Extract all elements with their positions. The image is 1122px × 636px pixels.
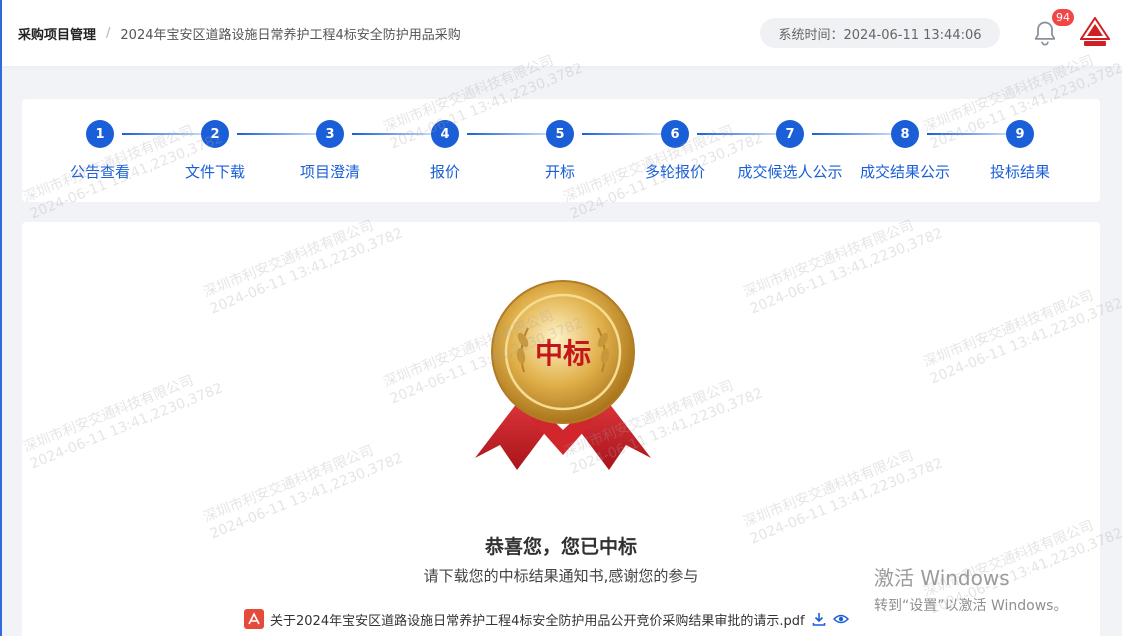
step-number: 3 xyxy=(316,120,344,148)
windows-activation-title: 激活 Windows xyxy=(874,566,1010,590)
medal-text: 中标 xyxy=(535,337,591,370)
step-number: 6 xyxy=(661,120,689,148)
breadcrumb-separator: / xyxy=(106,25,111,41)
step-7[interactable]: 7 成交候选人公示 xyxy=(725,120,855,182)
step-6[interactable]: 6 多轮报价 xyxy=(610,120,740,182)
breadcrumb-current: 2024年宝安区道路设施日常养护工程4标安全防护用品采购 xyxy=(120,27,461,43)
windows-activation-subtitle: 转到“设置”以激活 Windows。 xyxy=(874,598,1068,614)
step-label: 成交候选人公示 xyxy=(737,163,843,181)
result-file: 关于2024年宝安区道路设施日常养护工程4标安全防护用品公开竞价采购结果审批的请… xyxy=(244,609,849,629)
step-8[interactable]: 8 成交结果公示 xyxy=(840,120,970,182)
step-number: 9 xyxy=(1006,120,1034,148)
step-label: 报价 xyxy=(429,163,460,181)
system-time: 系统时间：2024-06-11 13:44:06 xyxy=(760,18,1000,48)
step-number: 8 xyxy=(891,120,919,148)
step-1[interactable]: 1 公告查看 xyxy=(35,120,165,182)
breadcrumb-root[interactable]: 采购项目管理 xyxy=(18,24,96,43)
step-label: 多轮报价 xyxy=(644,163,705,181)
download-icon[interactable] xyxy=(811,611,827,627)
step-3[interactable]: 3 项目澄清 xyxy=(265,120,395,182)
step-label: 成交结果公示 xyxy=(859,163,950,181)
step-4[interactable]: 4 报价 xyxy=(380,120,510,182)
step-number: 2 xyxy=(201,120,229,148)
progress-steps: 1 公告查看 2 文件下载 3 项目澄清 4 报价 5 开标 6 多轮报价 7 … xyxy=(22,99,1100,202)
step-label: 开标 xyxy=(544,163,575,181)
step-number: 4 xyxy=(431,120,459,148)
step-label: 项目澄清 xyxy=(299,163,360,181)
step-number: 1 xyxy=(86,120,114,148)
step-label: 投标结果 xyxy=(989,163,1050,181)
preview-eye-icon[interactable] xyxy=(832,611,849,627)
step-5[interactable]: 5 开标 xyxy=(495,120,625,182)
step-9[interactable]: 9 投标结果 xyxy=(955,120,1085,182)
step-number: 5 xyxy=(546,120,574,148)
company-logo-icon xyxy=(1080,17,1110,46)
windows-activation-notice: 激活 Windows 转到“设置”以激活 Windows。 xyxy=(874,562,1067,615)
file-name-link[interactable]: 关于2024年宝安区道路设施日常养护工程4标安全防护用品公开竞价采购结果审批的请… xyxy=(270,610,805,629)
step-2[interactable]: 2 文件下载 xyxy=(150,120,280,182)
result-title: 恭喜您，您已中标 xyxy=(484,536,637,558)
winning-medal-icon: 中标 xyxy=(475,280,651,470)
step-label: 公告查看 xyxy=(69,163,130,181)
notification-badge: 94 xyxy=(1052,9,1074,26)
step-number: 7 xyxy=(776,120,804,148)
pdf-icon xyxy=(244,609,264,629)
step-label: 文件下载 xyxy=(184,163,245,181)
